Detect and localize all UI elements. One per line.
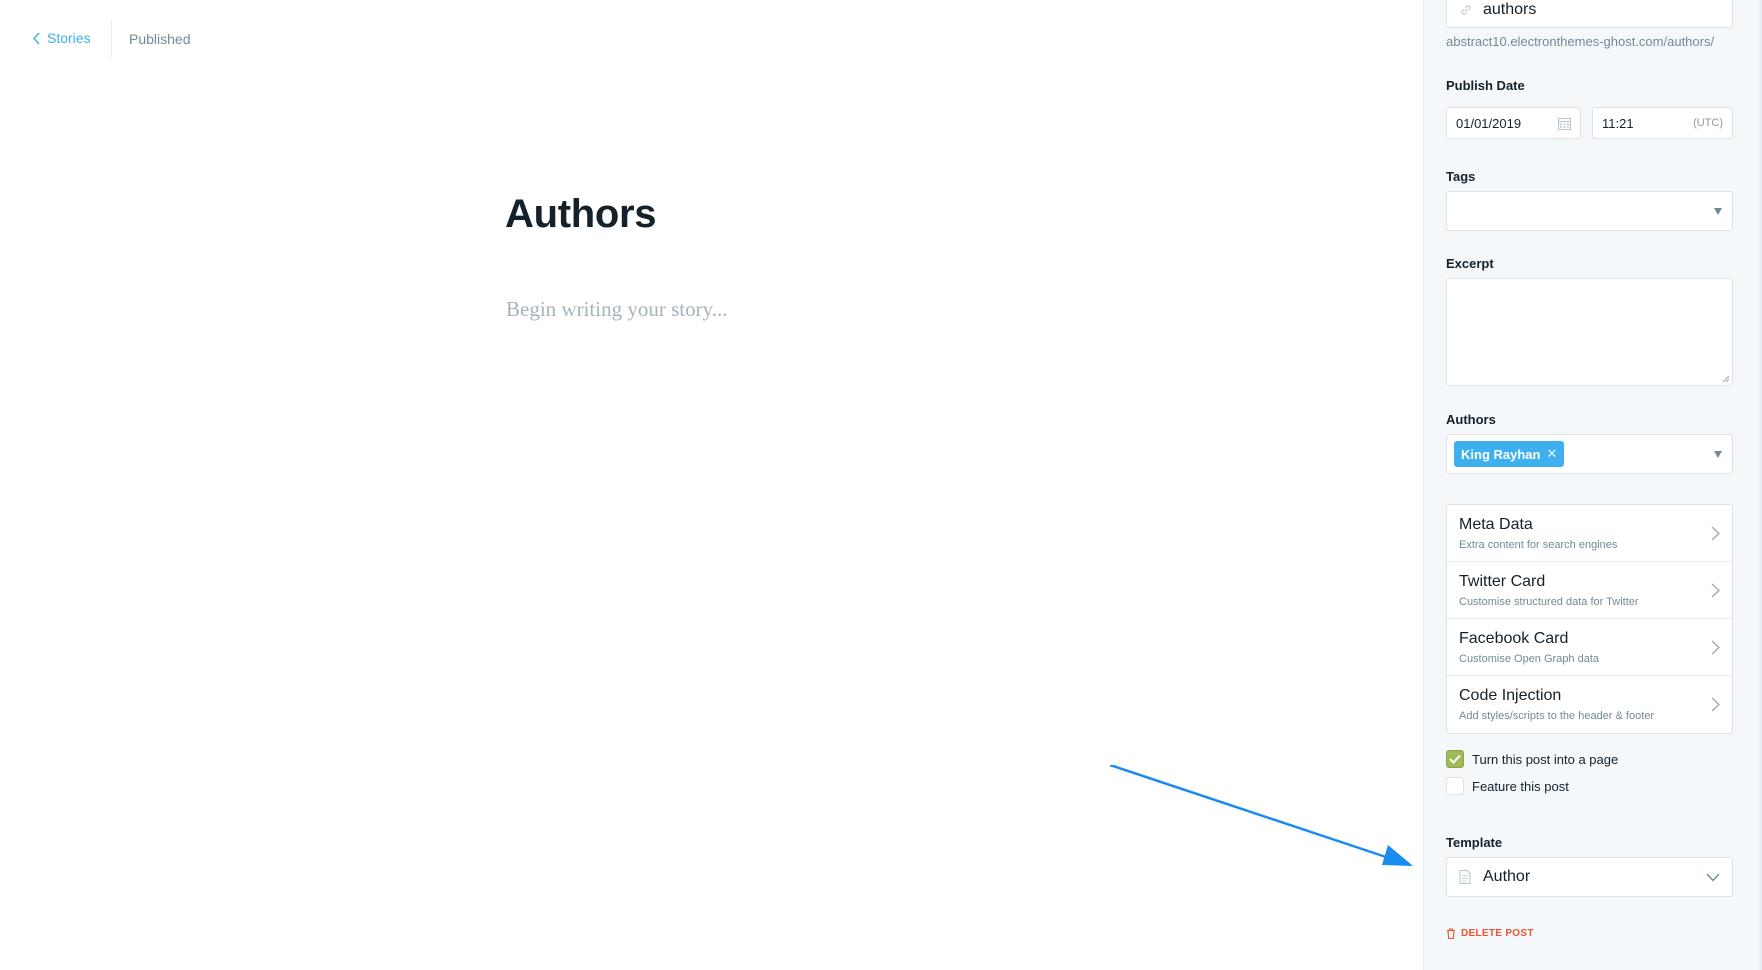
delete-post-button[interactable]: DELETE POST <box>1446 928 1534 939</box>
caret-down-icon <box>1714 207 1722 215</box>
feature-toggle-row[interactable]: Feature this post <box>1446 777 1569 795</box>
excerpt-textarea[interactable] <box>1446 278 1733 386</box>
chevron-right-icon <box>1711 697 1720 712</box>
publish-date-value: 01/01/2019 <box>1456 115 1522 131</box>
publish-date-input[interactable]: 01/01/2019 <box>1446 107 1581 139</box>
calendar-icon[interactable] <box>1558 117 1571 130</box>
back-to-stories-link[interactable]: Stories <box>32 30 91 46</box>
chevron-down-icon <box>1706 873 1720 882</box>
template-label: Template <box>1446 835 1503 850</box>
template-select[interactable]: Author <box>1446 857 1733 897</box>
authors-label: Authors <box>1446 412 1496 427</box>
authors-select[interactable]: King Rayhan ✕ <box>1446 434 1733 474</box>
annotation-arrow <box>1110 765 1413 866</box>
menu-item-title: Code Injection <box>1459 687 1562 704</box>
excerpt-label: Excerpt <box>1446 256 1494 271</box>
menu-item-meta-data[interactable]: Meta Data Extra content for search engin… <box>1447 505 1732 562</box>
post-settings-panel: authors abstract10.electronthemes-ghost.… <box>1423 0 1762 970</box>
post-url-input[interactable]: authors <box>1446 0 1733 28</box>
author-chip-name: King Rayhan <box>1461 446 1541 462</box>
settings-menu-list: Meta Data Extra content for search engin… <box>1446 504 1733 734</box>
delete-post-label: DELETE POST <box>1461 928 1534 939</box>
post-title[interactable]: Authors <box>505 192 657 237</box>
post-status: Published <box>129 31 191 47</box>
menu-item-subtitle: Extra content for search engines <box>1459 539 1618 551</box>
feature-checkbox-label: Feature this post <box>1472 778 1569 794</box>
publish-date-label: Publish Date <box>1446 78 1525 93</box>
document-icon <box>1459 870 1471 884</box>
template-value: Author <box>1483 868 1531 885</box>
checkmark-icon <box>1449 754 1461 764</box>
publish-time-input[interactable]: 11:21 (UTC) <box>1592 107 1733 139</box>
author-chip[interactable]: King Rayhan ✕ <box>1454 441 1565 467</box>
resize-grip-icon[interactable] <box>1722 375 1730 383</box>
trash-icon <box>1447 928 1455 939</box>
remove-author-icon[interactable]: ✕ <box>1546 446 1557 462</box>
page-checkbox-label: Turn this post into a page <box>1472 751 1619 767</box>
post-body-placeholder[interactable]: Begin writing your story... <box>506 297 727 322</box>
menu-item-title: Facebook Card <box>1459 630 1569 647</box>
tags-select[interactable] <box>1446 191 1733 231</box>
page-checkbox[interactable] <box>1446 750 1464 768</box>
menu-item-facebook-card[interactable]: Facebook Card Customise Open Graph data <box>1447 619 1732 676</box>
menu-item-title: Twitter Card <box>1459 573 1546 590</box>
tags-label: Tags <box>1446 169 1476 184</box>
feature-checkbox[interactable] <box>1446 777 1464 795</box>
caret-down-icon <box>1714 450 1722 458</box>
menu-item-subtitle: Customise Open Graph data <box>1459 653 1600 665</box>
chevron-left-icon <box>33 32 40 44</box>
menu-item-subtitle: Add styles/scripts to the header & foote… <box>1459 710 1655 722</box>
chevron-right-icon <box>1711 640 1720 655</box>
back-link-label: Stories <box>47 30 91 46</box>
post-url-preview: abstract10.electronthemes-ghost.com/auth… <box>1446 34 1715 49</box>
page-toggle-row[interactable]: Turn this post into a page <box>1446 750 1618 768</box>
menu-item-title: Meta Data <box>1459 516 1533 533</box>
editor-topbar: Stories Published <box>0 0 1420 78</box>
chevron-right-icon <box>1711 526 1720 541</box>
link-icon <box>1459 3 1473 17</box>
menu-item-twitter-card[interactable]: Twitter Card Customise structured data f… <box>1447 562 1732 619</box>
chevron-right-icon <box>1711 583 1720 598</box>
menu-item-code-injection[interactable]: Code Injection Add styles/scripts to the… <box>1447 676 1732 733</box>
topbar-divider <box>111 20 112 58</box>
menu-item-subtitle: Customise structured data for Twitter <box>1459 596 1639 608</box>
timezone-label: (UTC) <box>1693 117 1723 129</box>
post-url-value: authors <box>1483 1 1537 18</box>
publish-time-value: 11:21 <box>1602 115 1634 131</box>
